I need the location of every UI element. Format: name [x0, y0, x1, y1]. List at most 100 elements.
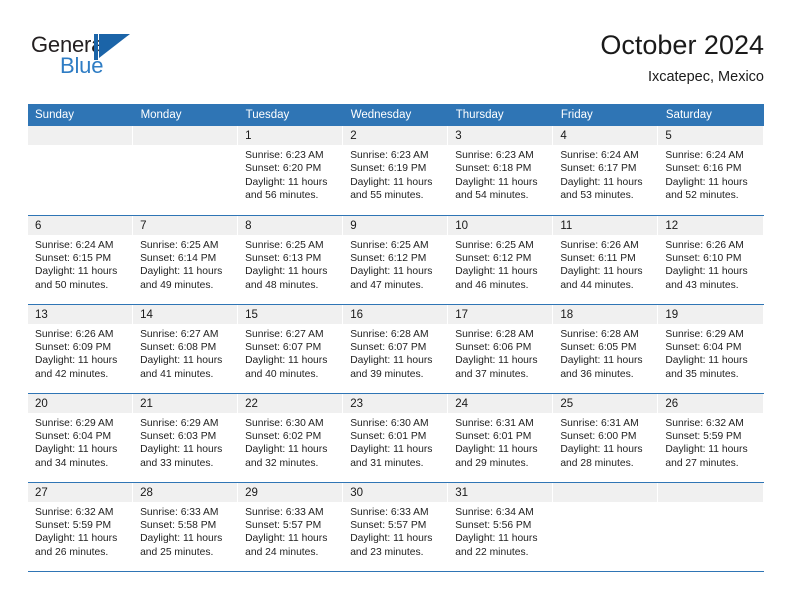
- calendar-cell: 14 Sunrise: 6:27 AM Sunset: 6:08 PM Dayligh…: [133, 303, 239, 393]
- day-cell[interactable]: 9 Sunrise: 6:25 AM Sunset: 6:12 PM Daylight…: [343, 215, 449, 304]
- daylight-text-line2: and 32 minutes.: [245, 457, 319, 469]
- calendar-week-row: 6 Sunrise: 6:24 AM Sunset: 6:15 PM Daylight…: [28, 214, 764, 304]
- sunrise-text: Sunrise: 6:32 AM: [665, 417, 744, 429]
- day-number: 6: [28, 215, 134, 235]
- day-cell[interactable]: 2 Sunrise: 6:23 AM Sunset: 6:19 PM Daylight…: [343, 126, 449, 214]
- page-header: General Blue October 2024 Ixcatepec, Mex…: [28, 28, 764, 98]
- calendar-cell: 5 Sunrise: 6:24 AM Sunset: 6:16 PM Daylight…: [658, 126, 764, 215]
- calendar-cell: 1 Sunrise: 6:23 AM Sunset: 6:20 PM Daylight…: [238, 126, 344, 215]
- calendar-cell: 21 Sunrise: 6:29 AM Sunset: 6:03 PM Dayligh…: [133, 392, 239, 482]
- sun-info: Sunrise: 6:33 AM Sunset: 5:58 PM Daylight:…: [133, 502, 238, 560]
- daylight-text-line2: and 53 minutes.: [560, 190, 634, 202]
- sun-info: Sunrise: 6:26 AM Sunset: 6:11 PM Daylight:…: [553, 235, 658, 293]
- day-cell[interactable]: 14 Sunrise: 6:27 AM Sunset: 6:08 PM Dayligh…: [133, 304, 239, 393]
- day-cell[interactable]: 19 Sunrise: 6:29 AM Sunset: 6:04 PM Dayligh…: [658, 304, 764, 393]
- day-number: 8: [238, 215, 344, 235]
- day-number: [28, 126, 134, 145]
- day-number: [658, 482, 764, 502]
- calendar-cell: 9 Sunrise: 6:25 AM Sunset: 6:12 PM Daylight…: [343, 214, 449, 304]
- day-number: 11: [553, 215, 659, 235]
- day-cell[interactable]: 26 Sunrise: 6:32 AM Sunset: 5:59 PM Dayligh…: [658, 393, 764, 482]
- daylight-text-line2: and 56 minutes.: [245, 190, 319, 202]
- sunset-text: Sunset: 5:57 PM: [245, 519, 322, 531]
- day-cell[interactable]: 22 Sunrise: 6:30 AM Sunset: 6:02 PM Dayligh…: [238, 393, 344, 482]
- daylight-text-line1: Daylight: 11 hours: [245, 176, 328, 188]
- day-cell[interactable]: 30 Sunrise: 6:33 AM Sunset: 5:57 PM Dayligh…: [343, 482, 449, 571]
- day-cell[interactable]: 13 Sunrise: 6:26 AM Sunset: 6:09 PM Dayligh…: [28, 304, 134, 393]
- sunset-text: Sunset: 5:57 PM: [350, 519, 427, 531]
- sunrise-text: Sunrise: 6:23 AM: [245, 150, 324, 161]
- daylight-text-line1: Daylight: 11 hours: [35, 533, 118, 545]
- day-cell[interactable]: 15 Sunrise: 6:27 AM Sunset: 6:07 PM Dayligh…: [238, 304, 344, 393]
- calendar-table: Sunday Monday Tuesday Wednesday Thursday Frid…: [28, 104, 765, 572]
- day-cell[interactable]: 5 Sunrise: 6:24 AM Sunset: 6:16 PM Daylight…: [658, 126, 764, 214]
- sun-info: Sunrise: 6:24 AM Sunset: 6:16 PM Daylight:…: [658, 145, 763, 203]
- sunrise-text: Sunrise: 6:26 AM: [35, 328, 114, 340]
- daylight-text-line1: Daylight: 11 hours: [35, 355, 118, 367]
- sun-info: Sunrise: 6:28 AM Sunset: 6:07 PM Daylight:…: [343, 324, 448, 382]
- calendar-cell: 2 Sunrise: 6:23 AM Sunset: 6:19 PM Daylight…: [343, 126, 449, 215]
- day-cell[interactable]: 20 Sunrise: 6:29 AM Sunset: 6:04 PM Dayligh…: [28, 393, 134, 482]
- day-cell[interactable]: 6 Sunrise: 6:24 AM Sunset: 6:15 PM Daylight…: [28, 215, 134, 304]
- calendar-page: General Blue October 2024 Ixcatepec, Mex…: [0, 0, 792, 612]
- day-cell[interactable]: 3 Sunrise: 6:23 AM Sunset: 6:18 PM Daylight…: [448, 126, 554, 214]
- day-cell[interactable]: 25 Sunrise: 6:31 AM Sunset: 6:00 PM Dayligh…: [553, 393, 659, 482]
- sun-info: Sunrise: 6:26 AM Sunset: 6:09 PM Daylight:…: [28, 324, 133, 382]
- calendar-cell: 7 Sunrise: 6:25 AM Sunset: 6:14 PM Daylight…: [133, 214, 239, 304]
- day-cell[interactable]: 17 Sunrise: 6:28 AM Sunset: 6:06 PM Dayligh…: [448, 304, 554, 393]
- weekday-header-sunday: Sunday: [28, 104, 134, 126]
- day-cell[interactable]: 4 Sunrise: 6:24 AM Sunset: 6:17 PM Daylight…: [553, 126, 659, 214]
- day-cell[interactable]: 18 Sunrise: 6:28 AM Sunset: 6:05 PM Dayligh…: [553, 304, 659, 393]
- day-cell[interactable]: 10 Sunrise: 6:25 AM Sunset: 6:12 PM Dayligh…: [448, 215, 554, 304]
- day-cell[interactable]: 8 Sunrise: 6:25 AM Sunset: 6:13 PM Daylight…: [238, 215, 344, 304]
- day-number: 23: [343, 393, 449, 413]
- daylight-text-line2: and 25 minutes.: [140, 546, 214, 558]
- weekday-header-monday: Monday: [133, 104, 239, 126]
- day-cell[interactable]: 21 Sunrise: 6:29 AM Sunset: 6:03 PM Dayligh…: [133, 393, 239, 482]
- calendar-cell: 22 Sunrise: 6:30 AM Sunset: 6:02 PM Dayligh…: [238, 392, 344, 482]
- daylight-text-line1: Daylight: 11 hours: [350, 533, 433, 545]
- daylight-text-line2: and 49 minutes.: [140, 279, 214, 291]
- day-cell[interactable]: 16 Sunrise: 6:28 AM Sunset: 6:07 PM Dayligh…: [343, 304, 449, 393]
- day-cell[interactable]: 28 Sunrise: 6:33 AM Sunset: 5:58 PM Dayligh…: [133, 482, 239, 571]
- sunset-text: Sunset: 6:05 PM: [560, 341, 637, 353]
- day-cell[interactable]: 23 Sunrise: 6:30 AM Sunset: 6:01 PM Dayligh…: [343, 393, 449, 482]
- day-cell[interactable]: 1 Sunrise: 6:23 AM Sunset: 6:20 PM Daylight…: [238, 126, 344, 214]
- day-cell[interactable]: 24 Sunrise: 6:31 AM Sunset: 6:01 PM Dayligh…: [448, 393, 554, 482]
- day-cell[interactable]: 7 Sunrise: 6:25 AM Sunset: 6:14 PM Daylight…: [133, 215, 239, 304]
- daylight-text-line2: and 55 minutes.: [350, 190, 424, 202]
- day-number: 1: [238, 126, 344, 145]
- calendar-cell: 29 Sunrise: 6:33 AM Sunset: 5:57 PM Dayligh…: [238, 481, 344, 572]
- day-number: 20: [28, 393, 134, 413]
- calendar-week-row: 27 Sunrise: 6:32 AM Sunset: 5:59 PM Dayligh…: [28, 481, 764, 572]
- daylight-text-line1: Daylight: 11 hours: [350, 444, 433, 456]
- brand-logo[interactable]: General Blue: [28, 32, 218, 92]
- weekday-header-thursday: Thursday: [448, 104, 554, 126]
- sunrise-text: Sunrise: 6:33 AM: [245, 506, 324, 518]
- day-cell[interactable]: 12 Sunrise: 6:26 AM Sunset: 6:10 PM Dayligh…: [658, 215, 764, 304]
- day-cell[interactable]: 29 Sunrise: 6:33 AM Sunset: 5:57 PM Dayligh…: [238, 482, 344, 571]
- calendar-cell: 26 Sunrise: 6:32 AM Sunset: 5:59 PM Dayligh…: [658, 392, 764, 482]
- day-number: 10: [448, 215, 554, 235]
- day-number: 24: [448, 393, 554, 413]
- calendar-cell: 3 Sunrise: 6:23 AM Sunset: 6:18 PM Daylight…: [448, 126, 554, 215]
- sunset-text: Sunset: 6:18 PM: [455, 163, 532, 175]
- calendar-cell: 12 Sunrise: 6:26 AM Sunset: 6:10 PM Dayligh…: [658, 214, 764, 304]
- day-number: 13: [28, 304, 134, 324]
- day-number: [553, 482, 659, 502]
- day-cell[interactable]: 31 Sunrise: 6:34 AM Sunset: 5:56 PM Dayligh…: [448, 482, 554, 571]
- daylight-text-line1: Daylight: 11 hours: [455, 176, 538, 188]
- sunrise-text: Sunrise: 6:31 AM: [455, 417, 534, 429]
- calendar-week-row: 1 Sunrise: 6:23 AM Sunset: 6:20 PM Daylight…: [28, 126, 764, 215]
- calendar-cell: 27 Sunrise: 6:32 AM Sunset: 5:59 PM Dayligh…: [28, 481, 134, 572]
- sunrise-text: Sunrise: 6:29 AM: [665, 328, 744, 340]
- daylight-text-line2: and 46 minutes.: [455, 279, 529, 291]
- day-cell[interactable]: 11 Sunrise: 6:26 AM Sunset: 6:11 PM Dayligh…: [553, 215, 659, 304]
- sun-info: Sunrise: 6:24 AM Sunset: 6:17 PM Daylight:…: [553, 145, 658, 203]
- sunset-text: Sunset: 6:11 PM: [560, 252, 636, 264]
- sun-info: Sunrise: 6:26 AM Sunset: 6:10 PM Daylight:…: [658, 235, 763, 293]
- sunset-text: Sunset: 5:56 PM: [455, 519, 532, 531]
- sunset-text: Sunset: 6:12 PM: [455, 252, 532, 264]
- day-cell[interactable]: 27 Sunrise: 6:32 AM Sunset: 5:59 PM Dayligh…: [28, 482, 134, 571]
- sunset-text: Sunset: 6:00 PM: [560, 430, 637, 442]
